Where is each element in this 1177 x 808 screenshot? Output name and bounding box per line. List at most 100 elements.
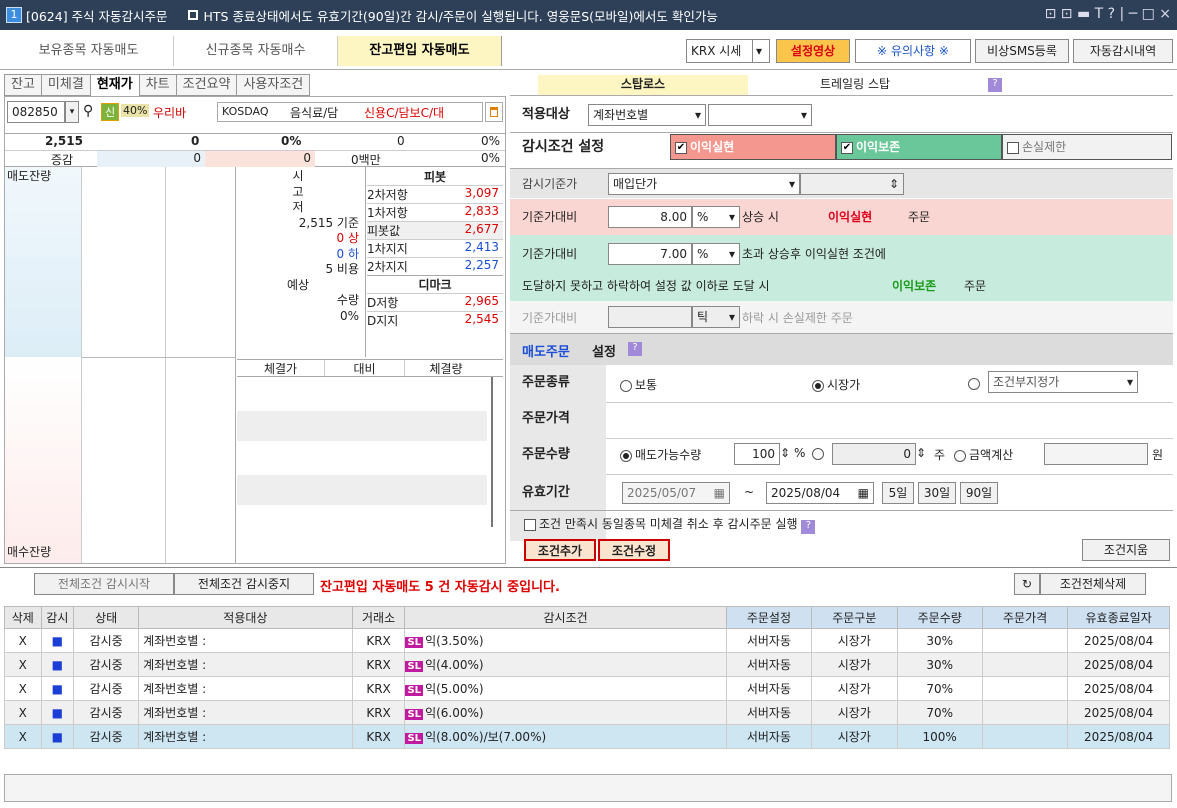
apply-sub-select[interactable]: ▾	[708, 104, 812, 126]
sms-button[interactable]: 비상SMS등록	[975, 39, 1069, 63]
tab-trailing-stop[interactable]: 트레일링 스탑	[750, 75, 960, 95]
30day-button[interactable]: 30일	[918, 482, 956, 504]
apply-select[interactable]: 계좌번호별 ▾	[588, 104, 706, 126]
valid-to-input[interactable]: 2025/08/04 ▦	[766, 482, 874, 504]
delete-button[interactable]: X	[4, 724, 42, 749]
scrollbar[interactable]	[491, 377, 493, 527]
start-all-button[interactable]: 전체조건 감시시작	[34, 573, 174, 595]
base-select[interactable]: 매입단가 ▾	[608, 173, 800, 195]
loss-unit-select[interactable]: 틱 ▾	[692, 306, 740, 328]
calendar-icon: ▦	[713, 486, 725, 500]
tab-unfilled[interactable]: 미체결	[41, 74, 91, 96]
quote-summary: 2,515 0 0% 0 0% 증감 0 0 0백만 0%	[5, 133, 505, 167]
shares-input[interactable]: 0	[832, 443, 916, 465]
divider	[165, 167, 166, 563]
radio-market[interactable]: 시장가	[812, 376, 860, 393]
delete-button[interactable]: X	[4, 700, 42, 725]
help-icon[interactable]: ?	[988, 78, 1002, 92]
edit-condition-button[interactable]: 조건수정	[598, 539, 670, 561]
refresh-icon[interactable]: ↻	[1014, 573, 1040, 595]
pivot-row: 1차지지 2,413	[367, 239, 503, 257]
keep-rate-input[interactable]: 7.00	[608, 243, 692, 265]
trade-amount: 0백만	[351, 153, 381, 167]
tab-balance[interactable]: 잔고	[5, 74, 42, 96]
delete-button[interactable]: X	[4, 628, 42, 653]
window-controls[interactable]: ⊡ ⊡ ▬ T ? | ─ □ ×	[1045, 6, 1171, 22]
table-row[interactable]: X ■ 감시중 계좌번호별 : KRX SL 익(6.00%) 서버자동 시장가 70% 2025/…	[4, 700, 1170, 725]
market-select[interactable]: KRX 시세 ▾	[686, 39, 770, 63]
help-icon[interactable]: ?	[628, 342, 642, 356]
price-info: 시 고 저 2,515 기준 0 상 0 하 5 비용 예상 수량 0%	[237, 169, 365, 324]
loss-checkbox[interactable]: 손실제한	[1002, 134, 1172, 160]
top-bar: 보유종목 자동매도 신규종목 자동매수 잔고편입 자동매도 KRX 시세 ▾ 설…	[0, 30, 1177, 70]
title-bar: 1 [0624] 주식 자동감시주문 HTS 종료상태에서도 유효기간(90일)…	[0, 0, 1177, 30]
caution-button[interactable]: ※ 유의사항 ※	[855, 39, 971, 63]
stop-all-button[interactable]: 전체조건 감시중지	[174, 573, 314, 595]
table-row[interactable]: X ■ 감시중 계좌번호별 : KRX SL 익(8.00%)/보(7.00%) 서버자동 시장…	[4, 724, 1170, 749]
tab-current-price[interactable]: 현재가	[90, 74, 140, 96]
stock-row: 082850 ▾ ⚲ 신 40% 우리바 KOSDAQ 음식료/담 신용C/담보…	[5, 101, 505, 125]
table-row[interactable]: X ■ 감시중 계좌번호별 : KRX SL 익(4.00%) 서버자동 시장가 30% 2025/…	[4, 652, 1170, 677]
5day-button[interactable]: 5일	[882, 482, 914, 504]
qty-rate-input[interactable]: 100	[734, 443, 780, 465]
stock-info: KOSDAQ 음식료/담 신용C/담보C/대	[217, 102, 483, 122]
delete-all-button[interactable]: 조건전체삭제	[1040, 573, 1146, 595]
divider	[0, 567, 1177, 568]
dimark-title: 디마크	[367, 275, 503, 293]
market-label: KOSDAQ	[222, 105, 269, 118]
table-row[interactable]: X ■ 감시중 계좌번호별 : KRX SL 익(3.50%) 서버자동 시장가 30% 2025/…	[4, 628, 1170, 653]
setting-video-button[interactable]: 설정영상	[776, 39, 850, 63]
radio-shares[interactable]	[812, 446, 827, 460]
col-exchange: 거래소	[351, 606, 406, 629]
delete-button[interactable]: X	[4, 652, 42, 677]
spinner-icon[interactable]: ⇕	[916, 446, 926, 460]
notice-text: HTS 종료상태에서도 유효기간(90일)간 감시/주문이 실행됩니다. 영웅문…	[203, 8, 718, 24]
col-watch: 감시	[40, 606, 75, 629]
search-icon[interactable]: ⚲	[83, 103, 93, 119]
cost-label: 5 비용	[325, 262, 359, 276]
sl-badge: SL	[405, 733, 424, 744]
cancel-option[interactable]: 조건 만족시 동일종목 미체결 취소 후 감시주문 실행 ?	[524, 515, 816, 534]
delete-button[interactable]: X	[4, 676, 42, 701]
radio-sellable[interactable]: 매도가능수량	[620, 446, 701, 463]
profit-unit-select[interactable]: % ▾	[692, 206, 740, 228]
valid-from-input[interactable]: 2025/05/07 ▦	[622, 482, 730, 504]
radio-conditional[interactable]	[968, 376, 983, 390]
radio-amount[interactable]: 금액계산	[954, 446, 1013, 463]
clear-condition-button[interactable]: 조건지움	[1082, 539, 1170, 561]
sl-badge: SL	[405, 637, 424, 648]
tab-condition-summary[interactable]: 조건요약	[176, 74, 238, 96]
cond-label: 감시조건 설정	[522, 139, 605, 155]
history-button[interactable]: 자동감시내역	[1073, 39, 1173, 63]
loss-rate-input[interactable]	[608, 306, 692, 328]
chevron-down-icon: ▾	[788, 177, 795, 191]
chevron-down-icon[interactable]: ▾	[65, 101, 79, 123]
stock-name: 우리바	[153, 106, 187, 120]
90day-button[interactable]: 90일	[960, 482, 998, 504]
tab-user-condition[interactable]: 사용자조건	[237, 74, 311, 96]
tab-chart[interactable]: 차트	[139, 74, 177, 96]
pivot-row: 피봇값 2,677	[367, 221, 503, 239]
tab-stoploss[interactable]: 스탑로스	[538, 75, 748, 95]
profit-checkbox[interactable]: ✔ 이익실현	[670, 134, 836, 160]
radio-normal[interactable]: 보통	[620, 376, 657, 393]
profit-text3: 주문	[908, 210, 931, 224]
tab-new-buy[interactable]: 신규종목 자동매수	[174, 36, 338, 66]
add-condition-button[interactable]: 조건추가	[524, 539, 596, 561]
keep-unit-select[interactable]: % ▾	[692, 243, 740, 265]
keep-row-label: 기준가대비	[522, 247, 578, 261]
export-icon[interactable]	[485, 102, 503, 122]
keep-checkbox[interactable]: ✔ 이익보존	[836, 134, 1002, 160]
spinner-icon[interactable]: ⇕	[780, 446, 790, 460]
conditional-select[interactable]: 조건부지정가 ▾	[988, 371, 1138, 393]
amount-unit: 원	[1152, 448, 1164, 462]
profit-rate-input[interactable]: 8.00	[608, 206, 692, 228]
status-bar	[4, 774, 1172, 802]
tab-balance-sell[interactable]: 잔고편입 자동매도	[338, 36, 502, 66]
tab-holding-sell[interactable]: 보유종목 자동매도	[4, 36, 174, 66]
base-spinner[interactable]: ⇕	[800, 173, 904, 195]
amount-input[interactable]	[1044, 443, 1148, 465]
stock-code-input[interactable]: 082850	[7, 101, 65, 123]
table-row[interactable]: X ■ 감시중 계좌번호별 : KRX SL 익(5.00%) 서버자동 시장가 70% 2025/…	[4, 676, 1170, 701]
checkbox-icon	[1007, 141, 1019, 154]
